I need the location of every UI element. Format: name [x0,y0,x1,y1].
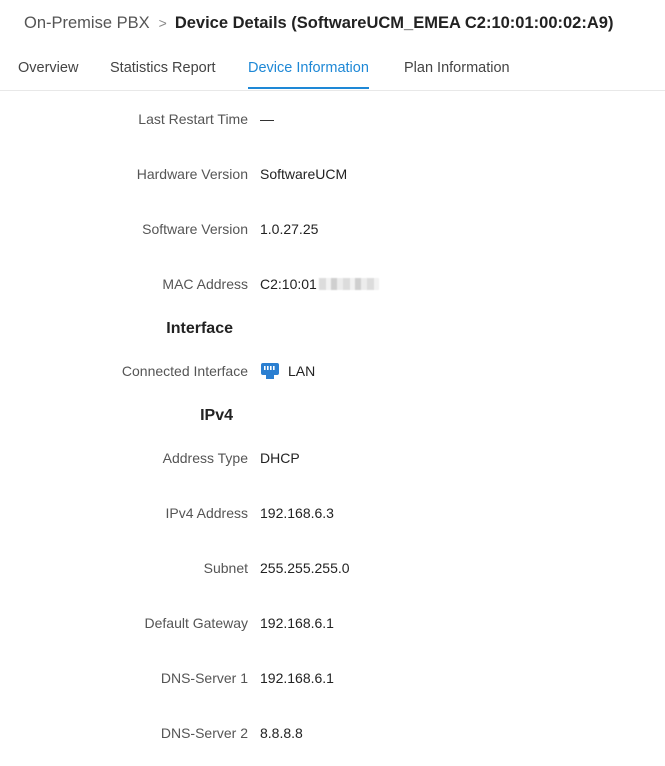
dns-server-1-row: DNS-Server 1 192.168.6.1 [0,668,665,688]
ipv4-section-title: IPv4 [200,407,233,424]
default-gateway-label: Default Gateway [144,615,249,631]
dns-server-2-label: DNS-Server 2 [160,725,248,741]
tab-device-information[interactable]: Device Information [248,60,369,89]
mac-address-label: MAC Address [162,276,248,292]
breadcrumb: On-Premise PBX > Device Details (Softwar… [24,11,613,35]
default-gateway-row: Default Gateway 192.168.6.1 [0,613,665,633]
last-restart-label: Last Restart Time [138,111,248,127]
mac-address-row: MAC Address C2:10:01 [0,274,665,294]
software-version-label: Software Version [142,221,248,237]
ipv4-address-label: IPv4 Address [165,505,249,521]
dns-server-1-label: DNS-Server 1 [160,670,248,686]
hardware-version-label: Hardware Version [136,166,248,182]
ipv4-address-row: IPv4 Address 192.168.6.3 [0,503,665,523]
connected-interface-label: Connected Interface [121,363,248,379]
ipv4-address-value: 192.168.6.3 [260,505,334,521]
dns-server-2-row: DNS-Server 2 8.8.8.8 [0,723,665,743]
dns-server-2-value: 8.8.8.8 [260,725,303,741]
last-restart-value: — [260,111,274,127]
last-restart-row: Last Restart Time — [0,109,665,129]
address-type-value: DHCP [260,450,300,466]
subnet-value: 255.255.255.0 [260,560,350,576]
tab-overview[interactable]: Overview [18,60,78,88]
connected-interface-row: Connected Interface LAN [0,361,665,381]
software-version-value: 1.0.27.25 [260,221,319,237]
subnet-row: Subnet 255.255.255.0 [0,558,665,578]
breadcrumb-parent-link[interactable]: On-Premise PBX [24,14,150,33]
mac-address-text: C2:10:01 [260,276,317,292]
tab-statistics-report[interactable]: Statistics Report [110,60,216,88]
tab-bar: Overview Statistics Report Device Inform… [0,50,665,91]
address-type-label: Address Type [162,450,248,466]
subnet-label: Subnet [203,560,248,576]
default-gateway-value: 192.168.6.1 [260,615,334,631]
mac-address-value: C2:10:01 [260,274,379,294]
page-title: Device Details (SoftwareUCM_EMEA C2:10:0… [174,13,614,32]
connected-interface-text: LAN [288,363,316,379]
redacted-mac-blur [318,278,379,290]
dns-server-1-value: 192.168.6.1 [260,670,334,686]
interface-section-title: Interface [166,320,233,337]
breadcrumb-separator: > [158,15,167,31]
ethernet-port-icon [260,362,280,380]
software-version-row: Software Version 1.0.27.25 [0,219,665,239]
connected-interface-value: LAN [260,361,315,381]
hardware-version-row: Hardware Version SoftwareUCM [0,164,665,184]
hardware-version-value: SoftwareUCM [260,166,348,182]
address-type-row: Address Type DHCP [0,448,665,468]
tab-plan-information[interactable]: Plan Information [404,60,510,88]
